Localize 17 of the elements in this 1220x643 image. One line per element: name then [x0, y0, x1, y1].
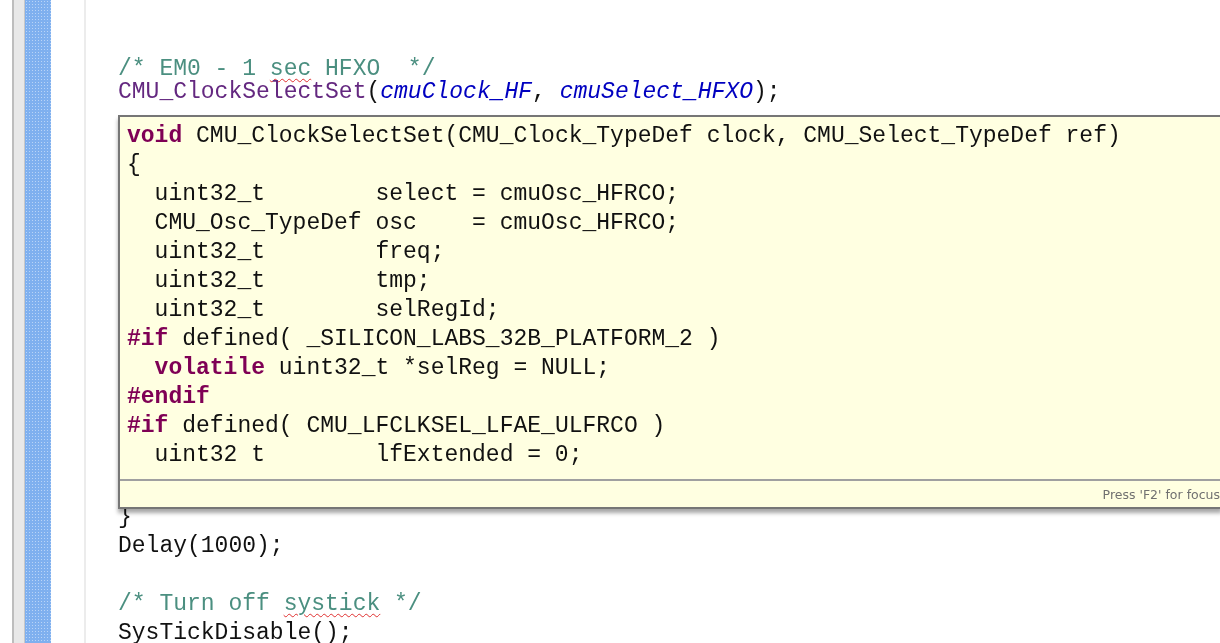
code-line: uint32 t lfExtended = 0; — [154, 442, 583, 468]
code-line: #if defined( _SILICON_LABS_32B_PLATFORM_2 ) — [127, 326, 721, 352]
code-line: void CMU_ClockSelectSet(CMU_Clock_TypeDef clock, CMU_Select_TypeDef ref) — [127, 123, 1121, 149]
code-line: Delay(1000); — [118, 533, 284, 559]
code-line: SysTickDisable(); — [118, 620, 353, 643]
code-line: #endif — [127, 384, 210, 410]
code-line: volatile uint32_t *selReg = NULL; — [154, 355, 611, 381]
code-line: uint32_t select = cmuOsc_HFRCO; — [154, 181, 680, 207]
code-line: { — [127, 152, 141, 178]
code-line: uint32_t freq; — [154, 239, 445, 265]
code-line: CMU_ClockSelectSet(cmuClock_HF, cmuSelect_HFXO); — [118, 79, 781, 105]
code-line: uint32_t selRegId; — [154, 297, 500, 323]
focus-hint: Press 'F2' for focus — [1102, 486, 1220, 502]
code-line: #if defined( CMU_LFCLKSEL_LFAE_ULFRCO ) — [127, 413, 666, 439]
code-line: /* Turn off systick */ — [118, 591, 422, 617]
code-line: CMU_Osc_TypeDef osc = cmuOsc_HFRCO; — [154, 210, 680, 236]
code-line: uint32_t tmp; — [154, 268, 431, 294]
